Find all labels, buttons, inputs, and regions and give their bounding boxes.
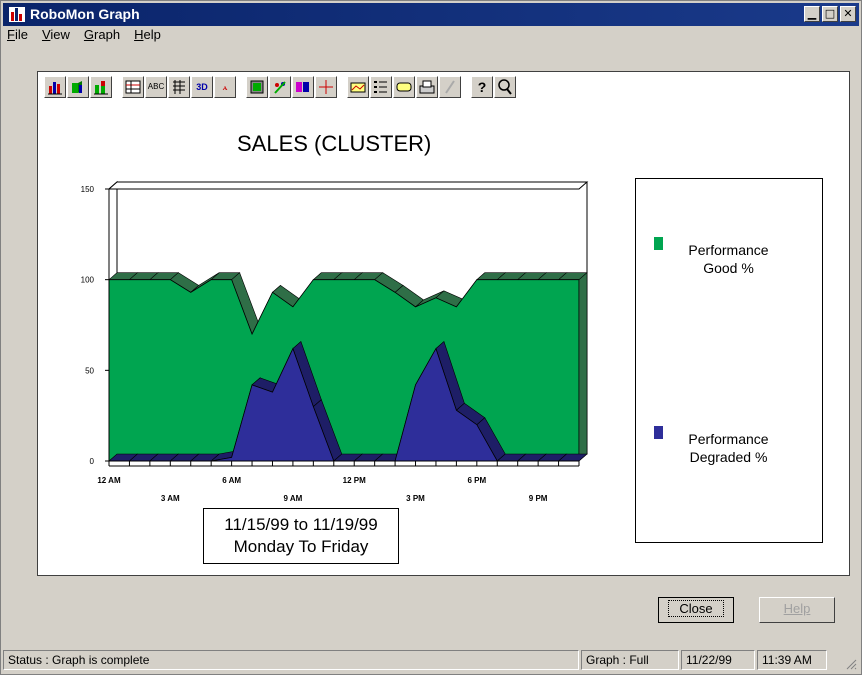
y-tick-label: 50 [85, 366, 94, 375]
date-range: 11/15/99 to 11/19/99 [224, 515, 378, 534]
legend-swatch-good [654, 237, 663, 250]
day-range: Monday To Friday [233, 537, 369, 556]
close-button[interactable]: Close [658, 597, 734, 623]
area-right-side [578, 272, 588, 462]
app-window: RoboMon Graph ▁ □ ✕ File View Graph Help… [0, 0, 862, 675]
legend-label-good: Performance Good % [688, 242, 769, 276]
chart-top-edge [107, 181, 589, 190]
area-series-0 [108, 279, 580, 462]
x-tick-label: 12 AM [97, 476, 121, 485]
status-bar: Status : Graph is complete Graph : Full … [3, 648, 859, 672]
y-tick-label: 100 [81, 276, 95, 285]
status-date: 11/22/99 [681, 650, 755, 670]
y-tick-label: 0 [90, 457, 95, 466]
status-time: 11:39 AM [757, 650, 827, 670]
help-button: Help [759, 597, 835, 623]
date-range-box: 11/15/99 to 11/19/99 Monday To Friday [203, 508, 399, 564]
x-tick-label: 3 AM [161, 494, 180, 503]
legend-swatch-degraded [654, 426, 663, 439]
x-tick-label: 9 AM [283, 494, 302, 503]
x-tick-label: 3 PM [406, 494, 425, 503]
status-graph-mode: Graph : Full [581, 650, 679, 670]
resize-grip-icon[interactable] [845, 658, 857, 670]
chart-legend: Performance Good % Performance Degraded % [635, 178, 823, 543]
y-tick-label: 150 [81, 185, 95, 194]
legend-label-degraded: Performance Degraded % [688, 431, 769, 465]
x-tick-label: 9 PM [529, 494, 548, 503]
x-tick-label: 12 PM [343, 476, 366, 485]
x-tick-label: 6 PM [467, 476, 486, 485]
status-text: Status : Graph is complete [3, 650, 579, 670]
x-tick-label: 6 AM [222, 476, 241, 485]
